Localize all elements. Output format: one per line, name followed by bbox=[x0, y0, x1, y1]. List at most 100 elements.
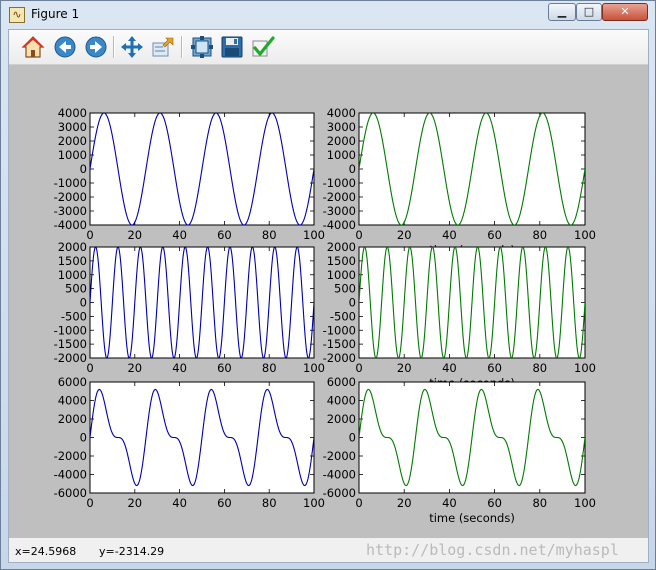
figure-window: ∿ Figure 1 ▁ □ ✕ 4000 3000 2000 1000 0 -… bbox=[0, 0, 656, 570]
y-tick-label: 1000 bbox=[327, 148, 356, 162]
x-tick-label: 60 bbox=[487, 496, 502, 510]
matplotlib-figure-icon: ∿ bbox=[9, 7, 25, 23]
y-tick-label: 3000 bbox=[58, 120, 87, 134]
x-tick-label: 40 bbox=[442, 361, 457, 375]
x-tick-label: 100 bbox=[574, 228, 596, 242]
figure-canvas[interactable]: 4000 3000 2000 1000 0 -1000 -2000 -3000 -4000 0 20… bbox=[9, 65, 648, 538]
x-tick-label: 40 bbox=[442, 228, 457, 242]
save-button[interactable] bbox=[220, 35, 244, 59]
y-tick-label: 4000 bbox=[327, 394, 356, 408]
forward-button[interactable] bbox=[84, 35, 108, 59]
y-tick-label: 2000 bbox=[58, 134, 87, 148]
y-tick-label: 6000 bbox=[58, 375, 87, 389]
cursor-y-readout: y=-2314.29 bbox=[99, 545, 165, 558]
save-floppy-icon bbox=[221, 36, 243, 58]
y-tick-label: -6000 bbox=[54, 486, 87, 500]
y-tick-label: -2000 bbox=[323, 449, 356, 463]
subplot-row1-right: 40003000200010000-1000-2000-3000-40000 20… bbox=[323, 106, 596, 257]
x-tick-label: 60 bbox=[217, 496, 232, 510]
x-tick-label: 20 bbox=[127, 361, 142, 375]
subplot-row2-left: 2000150010005000-500-1000-1500-20000 20 40… bbox=[54, 240, 325, 375]
x-tick-label: 80 bbox=[262, 496, 277, 510]
title-bar[interactable]: ∿ Figure 1 ▁ □ ✕ bbox=[1, 1, 655, 29]
pan-button[interactable] bbox=[120, 35, 144, 59]
x-tick-label: 0 bbox=[86, 361, 93, 375]
subplot-row3-right: 6000400020000-2000-4000-60000 20 40 60 80 100… bbox=[323, 375, 596, 525]
y-tick-label: 2000 bbox=[58, 412, 87, 426]
y-tick-label: 4000 bbox=[58, 106, 87, 120]
y-tick-label: 1500 bbox=[327, 254, 356, 268]
x-tick-label: 60 bbox=[487, 228, 502, 242]
y-tick-label: -1000 bbox=[323, 323, 356, 337]
toolbar-separator bbox=[113, 36, 115, 58]
y-tick-label: 4000 bbox=[58, 394, 87, 408]
x-tick-label: 20 bbox=[127, 228, 142, 242]
x-tick-label: 100 bbox=[574, 361, 596, 375]
x-tick-label: 80 bbox=[532, 361, 547, 375]
y-tick-label: -1000 bbox=[54, 323, 87, 337]
subplots-config-icon bbox=[191, 36, 213, 58]
subplot-row3-left: 6000400020000-2000-4000-60000 20 40 60 80 100 bbox=[54, 375, 325, 510]
x-tick-label: 60 bbox=[217, 228, 232, 242]
y-tick-label: 0 bbox=[80, 296, 87, 310]
y-tick-label: -1500 bbox=[54, 337, 87, 351]
x-tick-label: 20 bbox=[397, 228, 412, 242]
y-tick-label: 1000 bbox=[58, 268, 87, 282]
y-tick-label: 4000 bbox=[327, 106, 356, 120]
x-tick-label: 40 bbox=[172, 361, 187, 375]
y-tick-label: -4000 bbox=[323, 468, 356, 482]
x-axis-label: time (seconds) bbox=[429, 511, 515, 525]
y-tick-label: 2000 bbox=[327, 412, 356, 426]
zoom-rect-icon bbox=[152, 37, 174, 57]
minimize-button[interactable]: ▁ bbox=[548, 3, 576, 21]
y-tick-label: -6000 bbox=[323, 486, 356, 500]
x-tick-label: 0 bbox=[355, 496, 362, 510]
y-tick-label: 1500 bbox=[58, 254, 87, 268]
watermark-text: http://blog.csdn.net/myhaspl bbox=[366, 541, 619, 559]
x-tick-label: 40 bbox=[442, 496, 457, 510]
y-tick-label: 0 bbox=[80, 162, 87, 176]
y-tick-label: -2000 bbox=[54, 351, 87, 365]
y-tick-label: 2000 bbox=[327, 134, 356, 148]
x-tick-label: 20 bbox=[127, 496, 142, 510]
y-tick-label: -3000 bbox=[323, 204, 356, 218]
x-tick-label: 80 bbox=[262, 228, 277, 242]
y-tick-label: -2000 bbox=[54, 449, 87, 463]
x-tick-label: 80 bbox=[532, 228, 547, 242]
y-tick-label: -1000 bbox=[54, 176, 87, 190]
x-tick-label: 40 bbox=[172, 496, 187, 510]
back-button[interactable] bbox=[53, 35, 77, 59]
x-tick-label: 60 bbox=[487, 361, 502, 375]
window-title: Figure 1 bbox=[31, 7, 80, 21]
y-tick-label: -4000 bbox=[54, 218, 87, 232]
y-tick-label: 1000 bbox=[327, 268, 356, 282]
y-tick-label: -500 bbox=[330, 309, 356, 323]
y-tick-label: -1500 bbox=[323, 337, 356, 351]
x-tick-label: 100 bbox=[574, 496, 596, 510]
x-tick-label: 0 bbox=[355, 228, 362, 242]
y-tick-label: 500 bbox=[65, 282, 87, 296]
subplot-row1-left: 40003000200010000-1000-2000-3000-40000 20… bbox=[54, 106, 325, 242]
zoom-button[interactable] bbox=[151, 35, 175, 59]
configure-subplots-button[interactable] bbox=[190, 35, 214, 59]
y-tick-label: -1000 bbox=[323, 176, 356, 190]
x-tick-label: 0 bbox=[86, 496, 93, 510]
x-tick-label: 80 bbox=[262, 361, 277, 375]
x-tick-label: 0 bbox=[355, 361, 362, 375]
home-button[interactable] bbox=[21, 35, 45, 59]
subplot-row2-right: 2000150010005000-500-1000-1500-20000 20 40… bbox=[323, 240, 596, 390]
y-tick-label: 1000 bbox=[58, 148, 87, 162]
edit-parameters-button[interactable] bbox=[251, 35, 275, 59]
close-button[interactable]: ✕ bbox=[602, 3, 648, 21]
y-tick-label: 0 bbox=[349, 296, 356, 310]
figure-client-area: 4000 3000 2000 1000 0 -1000 -2000 -3000 -4000 0 20… bbox=[8, 29, 649, 563]
maximize-button[interactable]: □ bbox=[576, 3, 602, 21]
y-tick-label: -4000 bbox=[323, 218, 356, 232]
edit-check-icon bbox=[252, 36, 275, 57]
y-tick-label: 0 bbox=[80, 431, 87, 445]
forward-arrow-icon bbox=[85, 36, 107, 58]
x-tick-label: 40 bbox=[172, 228, 187, 242]
home-icon bbox=[21, 36, 45, 58]
x-tick-label: 20 bbox=[397, 361, 412, 375]
y-tick-label: -2000 bbox=[323, 190, 356, 204]
